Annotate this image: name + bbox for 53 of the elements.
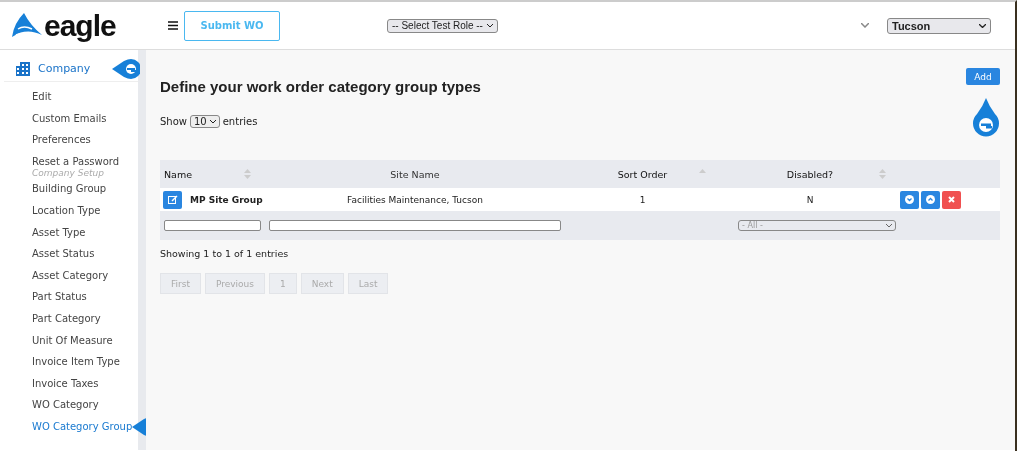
logo-text: eagle [44, 8, 116, 43]
logo-icon [12, 12, 42, 39]
sidebar-item[interactable]: Custom Emails [32, 107, 107, 130]
edit-icon [167, 194, 178, 205]
chevron-down-icon[interactable] [861, 23, 869, 28]
page-title: Define your work order category group types [160, 78, 481, 95]
table-cell: N [720, 188, 900, 211]
filter-field[interactable] [164, 220, 261, 231]
column-header[interactable]: Sort Order [565, 160, 720, 188]
sidebar-item[interactable]: Building Group [32, 178, 107, 200]
move-up-button[interactable] [921, 190, 940, 209]
close-icon [948, 196, 955, 203]
page-size-select[interactable]: 10 [190, 115, 220, 128]
role-select[interactable]: -- Select Test Role -- [387, 18, 498, 33]
add-button[interactable]: Add [966, 68, 1000, 85]
sidebar-item[interactable]: Location Type [32, 199, 101, 222]
edit-button[interactable] [163, 190, 182, 209]
sidebar-item[interactable]: Unit Of Measure [32, 329, 113, 352]
sidebar-item[interactable]: Invoice Item Type [32, 351, 120, 373]
show-label: Show [160, 116, 187, 127]
sidebar-item[interactable]: Preferences [32, 129, 91, 151]
chevron-up-icon [926, 195, 935, 204]
column-header[interactable]: Disabled? [720, 160, 900, 188]
sidebar-item[interactable]: Part Status [32, 286, 87, 308]
site-select[interactable]: Tucson [887, 17, 991, 34]
sidebar-item[interactable]: Invoice Taxes [32, 372, 99, 395]
caret-icon [886, 223, 892, 228]
caret-icon [209, 119, 216, 124]
menu-icon[interactable] [168, 21, 178, 30]
entries-info: Showing 1 to 1 of 1 entries [160, 248, 290, 259]
sidebar-item[interactable]: Asset Status [32, 243, 95, 265]
table-cell: 1 [565, 188, 720, 211]
sidebar-section-label: Company Setup [32, 168, 105, 181]
building-icon [16, 61, 30, 76]
sidebar-item[interactable]: Part Category [32, 307, 101, 330]
droplet-icon [973, 98, 999, 138]
move-down-button[interactable] [900, 190, 919, 209]
filter-field[interactable] [269, 220, 561, 231]
group-name: MP Site Group [190, 194, 263, 205]
delete-button[interactable] [942, 190, 961, 209]
chevron-down-icon [905, 195, 914, 204]
sidebar-heading[interactable]: Company [38, 62, 91, 75]
table-cell: Facilities Maintenance, Tucson [265, 188, 565, 211]
caret-icon [979, 23, 986, 28]
sidebar-item[interactable]: Asset Category [32, 264, 109, 287]
caret-icon [486, 23, 493, 28]
column-header[interactable]: Name [160, 160, 265, 188]
sidebar-item[interactable]: WO Category Group [32, 415, 133, 438]
sidebar-item[interactable]: WO Category [32, 394, 99, 416]
entries-label: entries [222, 116, 258, 127]
column-header[interactable]: Site Name [265, 160, 565, 188]
sidebar-item[interactable]: Asset Type [32, 221, 86, 244]
sidebar-item[interactable]: Edit [32, 86, 52, 108]
